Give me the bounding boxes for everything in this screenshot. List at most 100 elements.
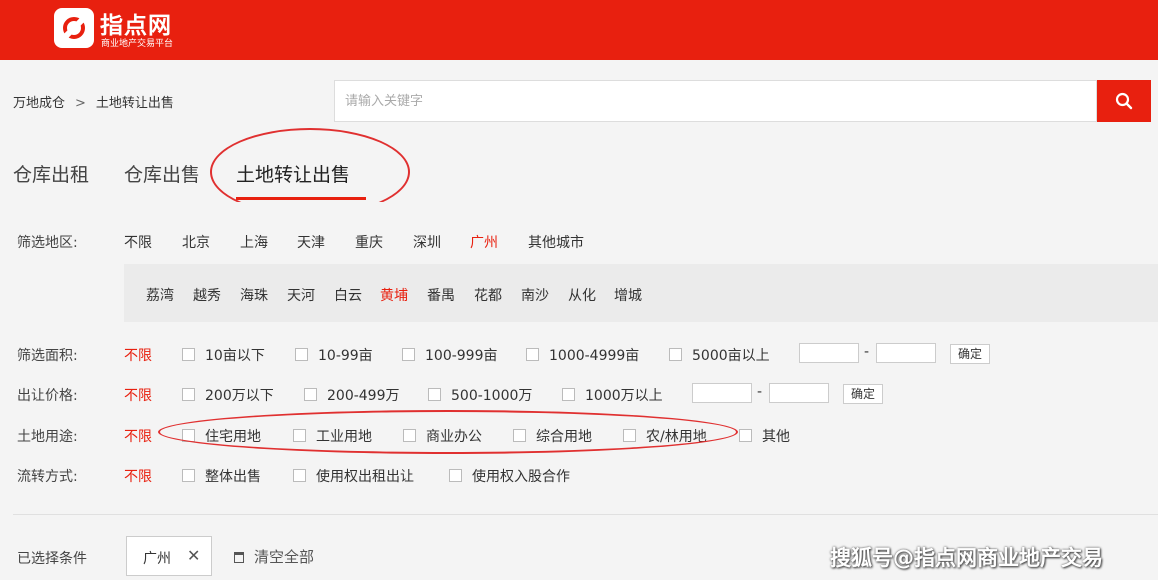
price-checkbox[interactable]: 500-1000万 [428,385,532,405]
checkbox-label: 100-999亩 [425,348,498,364]
region-option-chongqing[interactable]: 重庆 [355,232,383,252]
selected-tag: 广州 ✕ [126,536,212,576]
checkbox-icon [739,429,752,442]
district-panel: 荔湾 越秀 海珠 天河 白云 黄埔 番禺 花都 南沙 从化 增城 [124,264,1158,322]
checkbox-label: 5000亩以上 [692,348,770,364]
logo-mark-icon [54,8,94,48]
district-option[interactable]: 海珠 [240,285,268,305]
selected-conditions-label: 已选择条件 [17,551,87,567]
price-max-input[interactable] [769,383,829,403]
price-checkbox[interactable]: 200-499万 [304,385,400,405]
district-option-selected[interactable]: 黄埔 [380,285,408,305]
land-use-checkbox[interactable]: 综合用地 [513,426,592,446]
district-option[interactable]: 荔湾 [146,285,174,305]
area-filter-label: 筛选面积: [17,348,78,364]
region-option-shanghai[interactable]: 上海 [240,232,268,252]
checkbox-label: 商业办公 [426,429,482,445]
land-use-checkbox[interactable]: 其他 [739,426,790,446]
district-option[interactable]: 番禺 [427,285,455,305]
area-min-input[interactable] [799,343,859,363]
active-tab-underline [236,197,366,200]
land-use-option-any[interactable]: 不限 [124,426,152,446]
logo-slogan: 商业地产交易平台 [101,39,174,49]
checkbox-icon [182,469,195,482]
area-confirm-button[interactable]: 确定 [950,344,990,364]
district-option[interactable]: 增城 [614,285,642,305]
price-min-input[interactable] [692,383,752,403]
checkbox-icon [623,429,636,442]
checkbox-icon [293,429,306,442]
region-option-other[interactable]: 其他城市 [528,232,584,252]
watermark: 搜狐号@指点网商业地产交易 [830,546,1103,570]
category-tabs: 仓库出租 仓库出售 土地转让出售 [13,150,433,200]
checkbox-icon [428,388,441,401]
clear-all-button[interactable]: 清空全部 [234,546,314,567]
region-filter-label: 筛选地区: [17,235,78,251]
region-option-guangzhou[interactable]: 广州 [470,232,498,252]
land-use-filter-label: 土地用途: [17,429,78,445]
area-max-input[interactable] [876,343,936,363]
area-checkbox[interactable]: 1000-4999亩 [526,345,639,365]
search-button[interactable] [1097,80,1151,122]
checkbox-icon [295,348,308,361]
district-option[interactable]: 越秀 [193,285,221,305]
area-range-dash: - [864,344,870,360]
area-checkbox[interactable]: 10-99亩 [295,345,373,365]
region-option-tianjin[interactable]: 天津 [297,232,325,252]
area-checkbox[interactable]: 5000亩以上 [669,345,770,365]
price-checkbox[interactable]: 200万以下 [182,385,274,405]
area-checkbox[interactable]: 10亩以下 [182,345,265,365]
site-logo[interactable]: 指点网 商业地产交易平台 [54,6,204,50]
checkbox-icon [304,388,317,401]
tab-warehouse-rent[interactable]: 仓库出租 [13,160,89,187]
checkbox-label: 200万以下 [205,388,274,404]
checkbox-label: 整体出售 [205,469,261,485]
area-option-any[interactable]: 不限 [124,345,152,365]
checkbox-label: 10亩以下 [205,348,265,364]
checkbox-label: 1000万以上 [585,388,663,404]
land-use-checkbox[interactable]: 农/林用地 [623,426,707,446]
filter-divider [13,514,1158,515]
checkbox-label: 住宅用地 [205,429,261,445]
checkbox-label: 其他 [762,429,790,445]
breadcrumb: 万地成仓 > 土地转让出售 [13,92,174,111]
checkbox-icon [182,348,195,361]
transfer-checkbox[interactable]: 使用权出租出让 [293,466,414,486]
close-icon[interactable]: ✕ [187,546,200,565]
area-checkbox[interactable]: 100-999亩 [402,345,498,365]
checkbox-label: 使用权入股合作 [472,469,570,485]
search-icon [1115,92,1133,110]
checkbox-label: 工业用地 [316,429,372,445]
transfer-filter-label: 流转方式: [17,469,78,485]
region-option-any[interactable]: 不限 [124,232,152,252]
region-option-shenzhen[interactable]: 深圳 [413,232,441,252]
district-option[interactable]: 从化 [568,285,596,305]
tab-warehouse-sale[interactable]: 仓库出售 [124,160,200,187]
region-option-beijing[interactable]: 北京 [182,232,210,252]
checkbox-label: 200-499万 [327,388,400,404]
land-use-checkbox[interactable]: 住宅用地 [182,426,261,446]
district-option[interactable]: 天河 [287,285,315,305]
transfer-checkbox[interactable]: 使用权入股合作 [449,466,570,486]
breadcrumb-current: 土地转让出售 [95,96,174,111]
district-option[interactable]: 南沙 [521,285,549,305]
district-option[interactable]: 花都 [474,285,502,305]
tab-land-transfer[interactable]: 土地转让出售 [236,160,350,187]
checkbox-icon [562,388,575,401]
district-option[interactable]: 白云 [334,285,362,305]
breadcrumb-home[interactable]: 万地成仓 [13,96,65,111]
checkbox-label: 农/林用地 [646,429,707,445]
price-checkbox[interactable]: 1000万以上 [562,385,663,405]
search-input[interactable] [334,80,1097,122]
land-use-checkbox[interactable]: 工业用地 [293,426,372,446]
logo-name: 指点网 [100,13,172,39]
filter-panel: 筛选地区: 不限 北京 上海 天津 重庆 深圳 广州 其他城市 荔湾 越秀 海珠… [0,202,1158,580]
transfer-option-any[interactable]: 不限 [124,466,152,486]
price-option-any[interactable]: 不限 [124,385,152,405]
checkbox-icon [182,388,195,401]
land-use-checkbox[interactable]: 商业办公 [403,426,482,446]
transfer-checkbox[interactable]: 整体出售 [182,466,261,486]
checkbox-label: 1000-4999亩 [549,348,640,364]
price-confirm-button[interactable]: 确定 [843,384,883,404]
checkbox-label: 综合用地 [536,429,592,445]
